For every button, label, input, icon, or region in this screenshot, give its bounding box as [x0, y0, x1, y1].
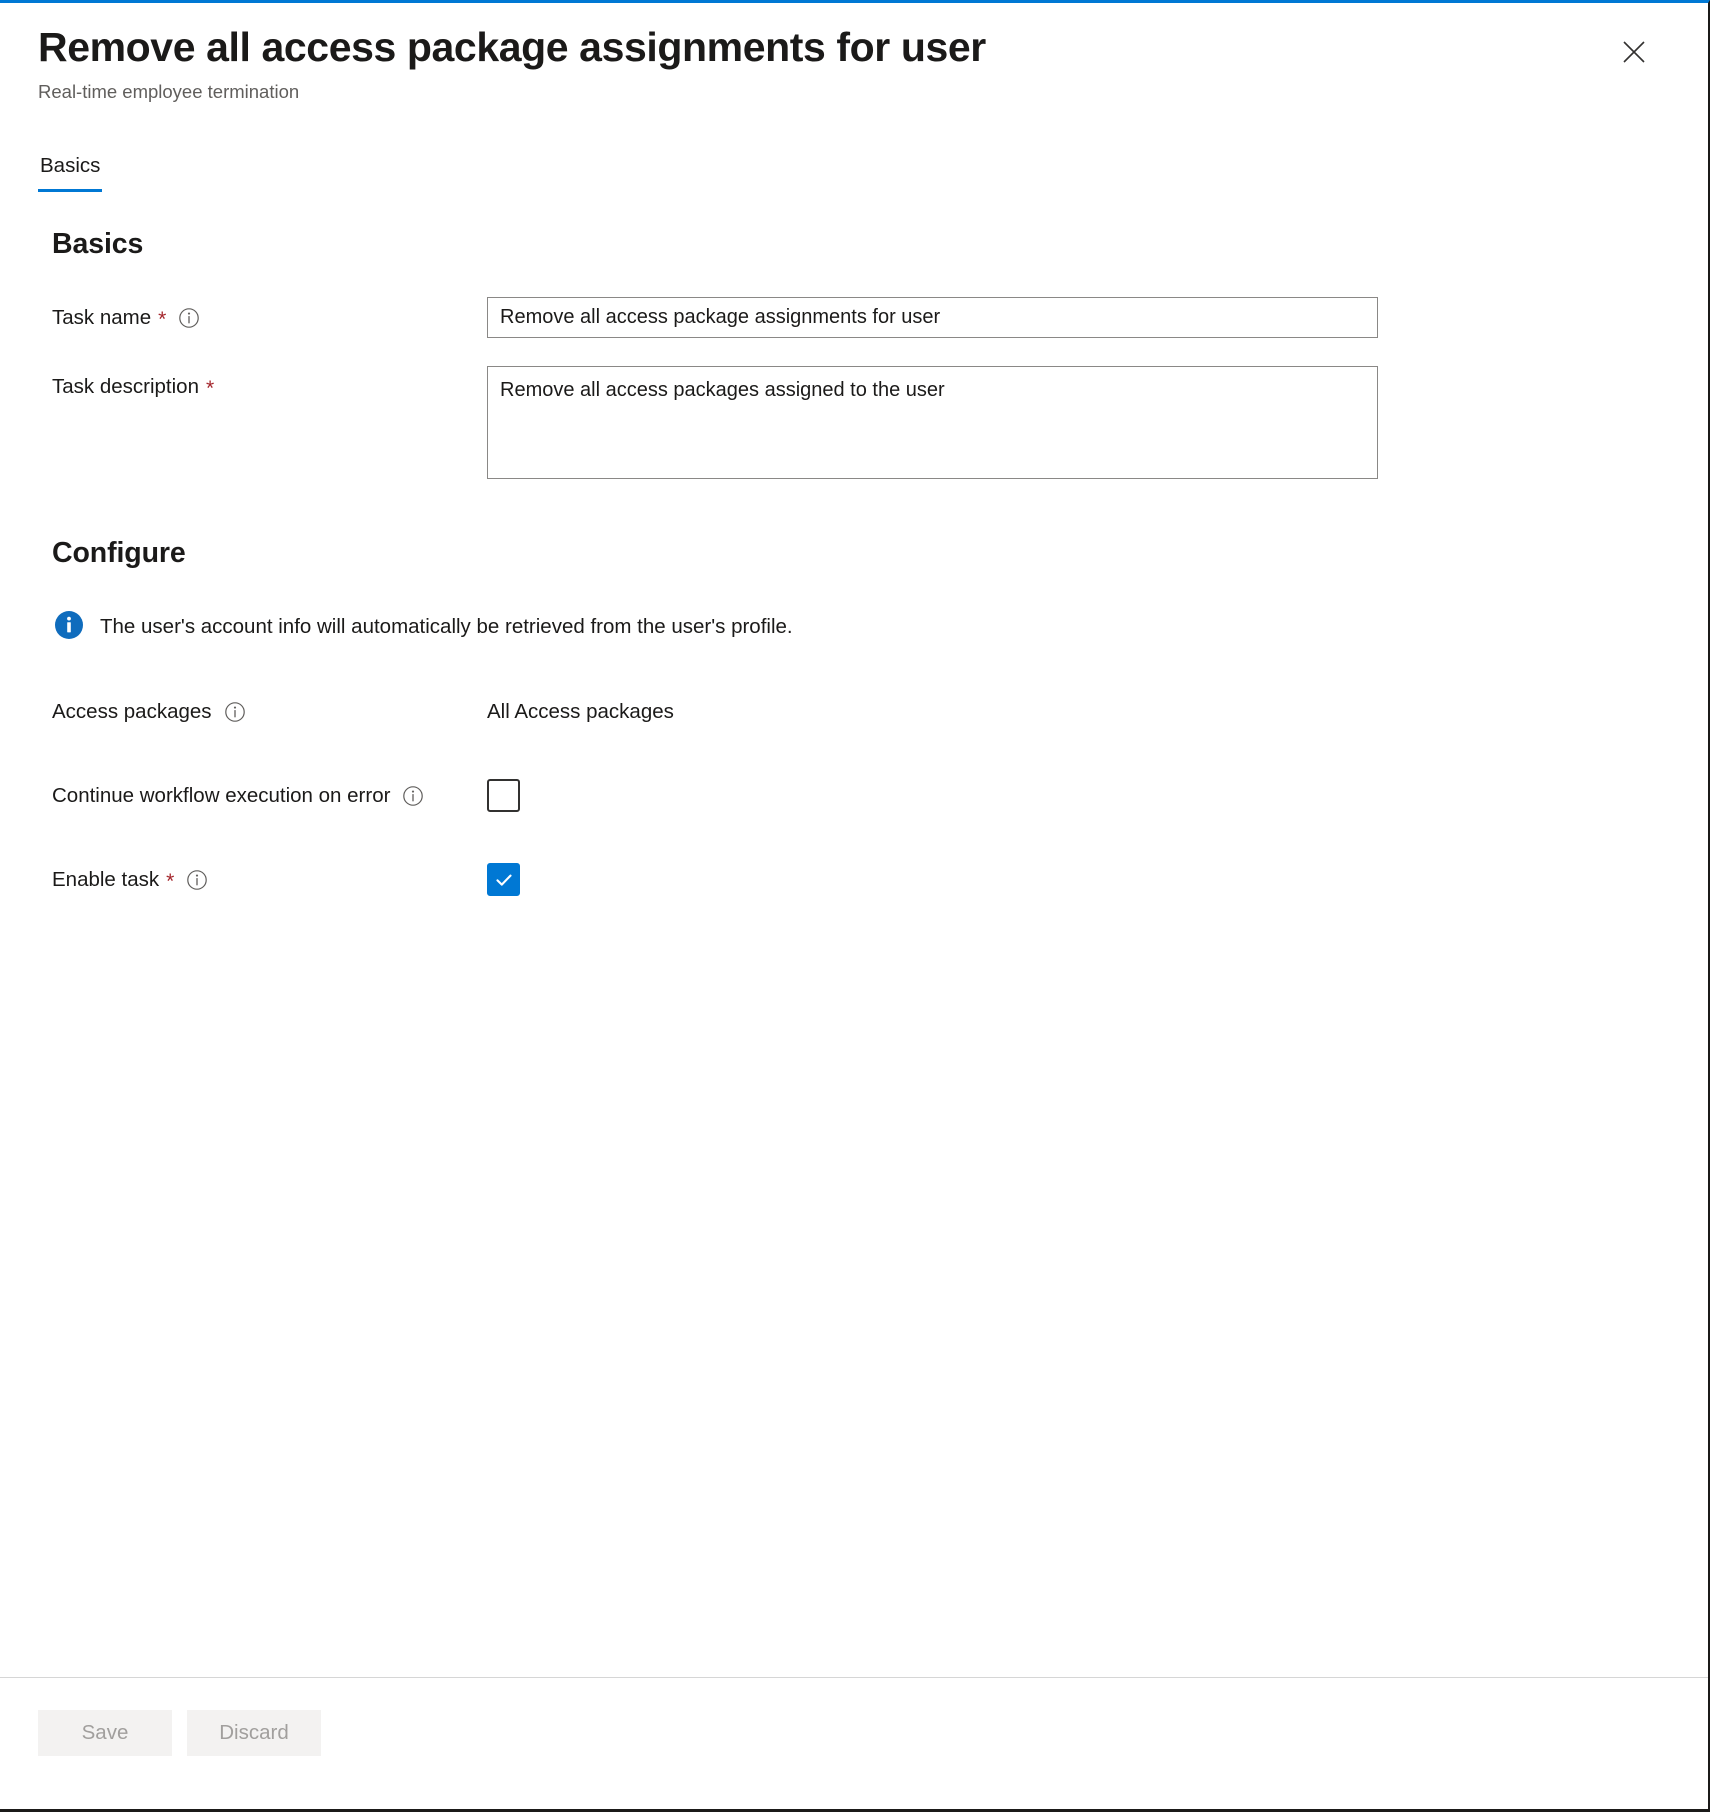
task-name-label: Task name *: [52, 297, 487, 330]
page-subtitle: Real-time employee termination: [38, 80, 300, 102]
continue-on-error-checkbox[interactable]: [487, 779, 520, 813]
footer-buttons: Save Discard: [38, 1710, 1670, 1756]
enable-task-label-text: Enable task: [52, 867, 160, 891]
blade-body: Basics Task name * Task description: [0, 192, 1708, 1677]
info-circle-filled-icon: [54, 610, 84, 645]
info-circle-outline-icon[interactable]: [178, 307, 200, 329]
task-description-label: Task description *: [52, 366, 487, 401]
enable-task-checkbox[interactable]: [487, 863, 520, 897]
form-row-task-name: Task name *: [52, 296, 1670, 338]
continue-on-error-label: Continue workflow execution on error: [52, 784, 487, 808]
enable-task-label: Enable task *: [52, 868, 487, 892]
close-icon: [1620, 38, 1648, 66]
info-circle-outline-icon[interactable]: [186, 869, 208, 891]
blade-footer: Save Discard: [0, 1677, 1708, 1809]
save-button[interactable]: Save: [38, 1710, 172, 1756]
form-row-task-description: Task description *: [52, 365, 1670, 479]
config-row-enable-task: Enable task *: [52, 857, 1670, 903]
info-message-text: The user's account info will automatical…: [100, 615, 793, 639]
access-packages-label: Access packages: [52, 700, 487, 724]
blade-header: Remove all access package assignments fo…: [0, 3, 1708, 104]
required-marker: *: [158, 308, 167, 332]
page-title: Remove all access package assignments fo…: [38, 24, 986, 70]
info-circle-outline-icon[interactable]: [402, 785, 424, 807]
checkmark-icon: [493, 869, 515, 891]
task-name-label-text: Task name: [52, 305, 152, 329]
config-row-continue-on-error: Continue workflow execution on error: [52, 773, 1670, 819]
task-description-label-text: Task description: [52, 374, 199, 398]
discard-button[interactable]: Discard: [187, 1710, 321, 1756]
tab-basics[interactable]: Basics: [38, 152, 103, 192]
continue-on-error-label-text: Continue workflow execution on error: [52, 783, 391, 807]
section-heading-basics: Basics: [52, 227, 144, 260]
required-marker: *: [166, 870, 175, 894]
section-heading-configure: Configure: [52, 536, 186, 569]
required-marker: *: [205, 377, 215, 401]
blade-panel: Remove all access package assignments fo…: [0, 0, 1710, 1812]
config-row-access-packages: Access packages All Access packages: [52, 689, 1670, 735]
info-message: The user's account info will automatical…: [54, 610, 1670, 645]
access-packages-value: All Access packages: [487, 699, 674, 723]
tab-strip: Basics: [0, 152, 1708, 192]
task-name-input[interactable]: [487, 296, 1378, 338]
task-description-textarea[interactable]: [487, 365, 1378, 479]
close-button[interactable]: [1612, 30, 1656, 74]
info-circle-outline-icon[interactable]: [224, 701, 246, 723]
access-packages-label-text: Access packages: [52, 699, 212, 723]
